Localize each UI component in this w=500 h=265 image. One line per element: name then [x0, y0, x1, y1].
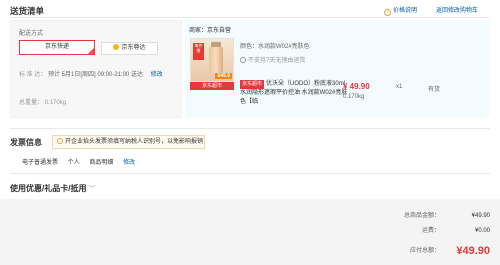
delivery-date-edit-link[interactable]: 修改: [151, 72, 163, 78]
no-return-note: 不支持7天无理由退货: [240, 55, 305, 64]
invoice-details: 电子普通发票 个人 商品明细 修改: [22, 157, 143, 166]
lightbulb-icon: [57, 138, 63, 144]
jd-express-option[interactable]: 京东快递 ✓: [19, 40, 95, 55]
divider: [10, 128, 490, 129]
premium-icon: [113, 44, 120, 50]
total-weight-label: 总重量：: [19, 100, 44, 106]
shipping-method-label: 配送方式: [19, 31, 44, 37]
jd-express-label: 京东快递: [44, 44, 69, 50]
shipping-fee-label: 运费：: [421, 228, 440, 234]
price-note-label: 价格说明: [393, 8, 418, 14]
product-quantity: x1: [396, 84, 403, 90]
page-title: 送货清单: [10, 6, 45, 16]
delivery-date-label: 标 准 达：: [19, 72, 47, 78]
total-value: ¥49.90: [471, 213, 490, 219]
supermarket-tag: 京东超市: [190, 82, 234, 90]
thumb-price: ¥49.9: [215, 73, 232, 79]
price-note-link[interactable]: ? 价格说明: [384, 5, 417, 16]
chevron-down-icon: ﹀: [88, 186, 96, 193]
divider: [10, 17, 490, 18]
no-return-label: 不支持7天无理由退货: [248, 58, 306, 64]
check-icon: ✓: [90, 50, 94, 55]
coupon-label: 使用优惠/礼品卡/抵用: [10, 184, 87, 193]
total-label: 总商品金额：: [403, 213, 440, 219]
invoice-tip: 开企业抬头发票须填写纳税人识别号，以免影响报销: [52, 135, 205, 149]
shop-name: 商家：京东自营: [189, 28, 232, 34]
payable-label: 应付总额：: [409, 248, 440, 254]
invoice-edit-link[interactable]: 修改: [123, 160, 135, 166]
payable-value: ¥49.90: [456, 245, 490, 257]
product-name[interactable]: 京东超市 优沃朵（UODO）粉底液30ml 水润隐形遮瑕平价控油 水润款W02#亮…: [240, 80, 350, 107]
invoice-title: 发票信息: [10, 138, 42, 147]
jd-premium-option[interactable]: 京东尊达: [101, 42, 158, 55]
delivery-date-value: 预计 5月1日[周四] 09:00-21:00 送达: [48, 72, 144, 78]
invoice-personal: 个人: [67, 160, 80, 166]
product-color: 颜色：水润款W02#亮肤色: [240, 44, 310, 50]
back-to-cart-link[interactable]: 返回修改购物车: [436, 5, 478, 14]
thumb-badge: 每件赠: [193, 43, 204, 60]
total-weight: 总重量： 0.170kg: [19, 97, 66, 106]
product-weight: 0.170kg: [343, 94, 365, 100]
coupon-toggle[interactable]: 使用优惠/礼品卡/抵用 ﹀: [10, 183, 95, 194]
payable-row: 应付总额： ¥49.90: [390, 245, 490, 257]
stock-status: 有货: [428, 87, 441, 93]
product-name-tag: 京东超市: [240, 80, 265, 89]
invoice-content: 商品明细: [89, 160, 114, 166]
bottle-shape: [209, 47, 223, 73]
shipping-fee-value: ¥0.00: [474, 228, 490, 234]
product-price: ¥ 49.90: [343, 82, 370, 91]
question-icon: ?: [384, 9, 391, 16]
divider: [10, 173, 490, 174]
invoice-type: 电子普通发票: [22, 160, 59, 166]
summary-shipping-row: 运费： ¥0.00: [390, 225, 490, 234]
summary-total-row: 总商品金额： ¥49.90: [390, 210, 490, 219]
invoice-tip-text: 开企业抬头发票须填写纳税人识别号，以免影响报销: [65, 139, 204, 145]
jd-premium-label: 京东尊达: [121, 45, 146, 51]
delivery-date: 标 准 达： 预计 5月1日[周四] 09:00-21:00 送达 修改: [19, 69, 163, 78]
info-icon: [240, 57, 246, 63]
total-weight-value: 0.170kg: [44, 100, 67, 106]
product-thumbnail[interactable]: 每件赠 ¥49.9: [190, 38, 234, 82]
